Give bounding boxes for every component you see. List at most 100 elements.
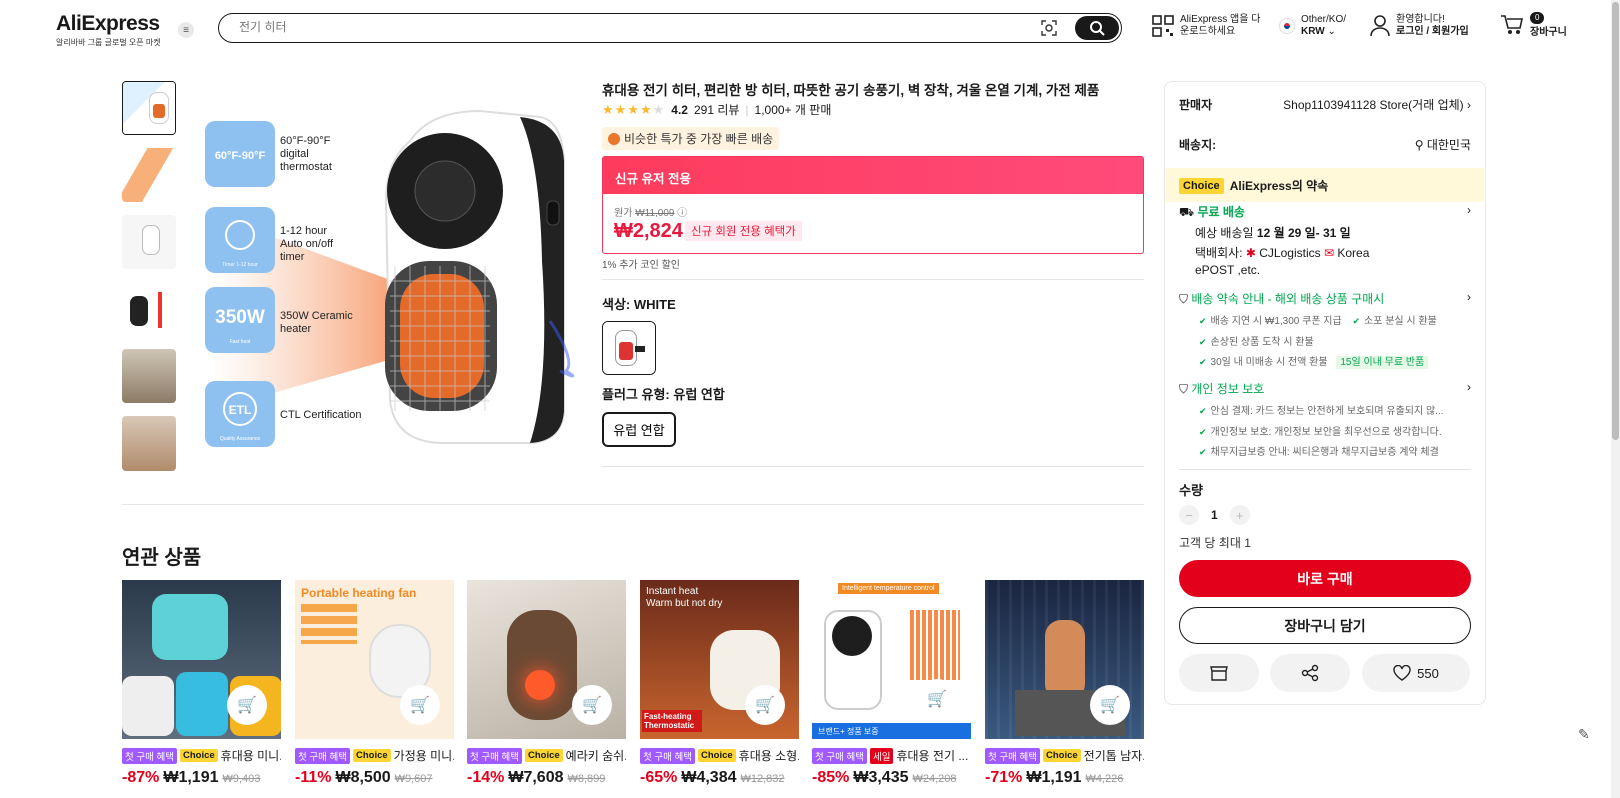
shield-check-icon: ⛉	[1179, 382, 1189, 396]
privacy-row[interactable]: ⛉ 개인 정보 보호 ›	[1179, 380, 1471, 397]
product-name[interactable]: 가정용 미니...	[394, 747, 454, 764]
qty-value[interactable]: 1	[1211, 508, 1218, 522]
thumbnail-6[interactable]	[122, 416, 176, 471]
chevron-right-icon: ›	[1467, 203, 1471, 217]
heart-icon	[1393, 665, 1411, 681]
thumbnail-5[interactable]	[122, 349, 176, 403]
fast-shipping-text: 비슷한 특가 중 가장 빠른 배송	[624, 132, 774, 146]
chevron-down-icon: ⌄	[1327, 26, 1336, 37]
product-card[interactable]: Portable heating fan 🛒 첫 구매 혜택 Choice 가정용 …	[295, 580, 454, 787]
price-box: 신규 유저 전용 원가 ₩11,009 ⓘ ₩2,824 신규 회원 전용 혜택…	[602, 156, 1144, 254]
logo-subtitle: 알리바바 그룹 글로벌 오픈 마켓	[56, 38, 161, 47]
eta-label: 예상 배송일	[1195, 226, 1254, 240]
free-shipping-row[interactable]: ⛟ 무료 배송 ›	[1179, 203, 1471, 221]
add-to-cart-icon[interactable]: 🛒	[745, 685, 785, 725]
thumbnail-2[interactable]	[122, 148, 176, 202]
add-to-cart-button[interactable]: 장바구니 담기	[1179, 607, 1471, 644]
privacy-line3: ✔ 채무지급보증 안내: 씨티은행과 채무지급보증 계약 체결	[1179, 443, 1471, 458]
search-input[interactable]	[239, 20, 999, 34]
add-to-cart-icon[interactable]: 🛒	[917, 679, 957, 719]
product-name[interactable]: 휴대용 소형...	[739, 747, 799, 764]
product-name[interactable]: 예라키 숨쉬...	[566, 747, 626, 764]
privacy-3: 채무지급보증 안내: 씨티은행과 채무지급보증 계약 체결	[1210, 447, 1439, 458]
currency: KRW	[1301, 26, 1325, 37]
add-to-cart-icon[interactable]: 🛒	[1090, 685, 1130, 725]
original-price-row: 원가 ₩11,009 ⓘ	[614, 204, 687, 219]
choice-badge: Choice	[1179, 177, 1224, 194]
feature4-text: CTL Certification	[280, 409, 362, 421]
truck-icon: ⛟	[1179, 205, 1195, 219]
cart-link[interactable]: 0 장바구니	[1500, 12, 1567, 40]
price: ₩4,384	[681, 769, 737, 786]
qty-max-note: 고객 당 최대 1	[1179, 536, 1251, 550]
aliexpress-logo[interactable]: AliExpress 알리바바 그룹 글로벌 오픈 마켓	[56, 12, 161, 48]
image-caption: Portable heating fan	[301, 586, 417, 600]
delivery-promise-row[interactable]: ⛉ 배송 약속 안내 - 해외 배송 상품 구매시 ›	[1179, 290, 1471, 307]
app-download[interactable]: AliExpress 앱을 다 운로드하세요	[1152, 14, 1260, 38]
product-name[interactable]: 휴대용 전기 ...	[896, 747, 968, 764]
seller-name[interactable]: Shop1103941128 Store(거래 업체)	[1283, 98, 1464, 112]
thumbnail-3[interactable]	[122, 215, 176, 269]
product-card[interactable]: Intelligent temperature control 브랜드+ 정품 …	[812, 580, 971, 787]
image-caption: Intelligent temperature control	[838, 583, 939, 594]
add-to-cart-icon[interactable]: 🛒	[227, 685, 267, 725]
seller-row[interactable]: 판매자 Shop1103941128 Store(거래 업체) ›	[1179, 96, 1471, 113]
product-card[interactable]: Instant heat Warm but not dry Fast-heati…	[640, 580, 799, 787]
product-image[interactable]: Portable heating fan 🛒	[295, 580, 454, 739]
main-product-image[interactable]: 60°F-90°F Timer 1-12 hour 350W Fast heat…	[190, 81, 582, 473]
product-image[interactable]: Instant heat Warm but not dry Fast-heati…	[640, 580, 799, 739]
image-search-icon[interactable]	[1041, 20, 1057, 39]
product-card[interactable]: 🛒 첫 구매 혜택Choice휴대용 미니... -87%₩1,191₩9,40…	[122, 580, 281, 787]
old-price: ₩4,226	[1085, 773, 1124, 785]
old-price: ₩12,832	[740, 773, 785, 785]
feature3-sub: Fast heat	[230, 339, 251, 345]
ship-to-row[interactable]: 배송지: ⚲ 대한민국	[1179, 136, 1471, 153]
divider	[122, 504, 1144, 505]
product-image[interactable]: 🛒	[985, 580, 1144, 739]
check-icon: ✔	[1199, 357, 1207, 367]
product-image[interactable]: Intelligent temperature control 브랜드+ 정품 …	[812, 580, 971, 739]
add-to-cart-icon[interactable]: 🛒	[400, 685, 440, 725]
product-name[interactable]: 전기톱 남자...	[1084, 747, 1144, 764]
product-name[interactable]: 휴대용 미니...	[221, 747, 281, 764]
edit-pencil-icon[interactable]: ✎	[1578, 726, 1590, 743]
price: ₩1,191	[1026, 769, 1082, 786]
info-icon[interactable]: ⓘ	[677, 208, 687, 219]
scrollbar-thumb[interactable]	[1612, 2, 1619, 440]
promo-header: 신규 유저 전용	[603, 157, 1143, 194]
search-button[interactable]	[1075, 16, 1119, 40]
plug-option-eu[interactable]: 유럽 연합	[602, 412, 676, 447]
feature4-badge: ETL	[229, 403, 252, 417]
product-card[interactable]: 🛒 첫 구매 혜택Choice전기톱 남자... -71%₩1,191₩4,22…	[985, 580, 1144, 787]
share-button[interactable]	[1270, 654, 1350, 692]
cart-count-badge: 0	[1530, 12, 1545, 24]
review-count[interactable]: 291 리뷰	[694, 101, 739, 118]
eta-date: 12 월 29 일- 31 일	[1256, 226, 1351, 240]
store-button[interactable]	[1179, 654, 1259, 692]
feature1-text: 60°F-90°F digital thermostat	[280, 135, 332, 173]
divider	[602, 466, 1144, 467]
app-line1: AliExpress 앱을 다	[1180, 14, 1261, 25]
region-selector[interactable]: Other/KO/KRW ⌄	[1279, 14, 1346, 38]
promise-line2: ✔ 손상된 상품 도착 시 환불	[1179, 333, 1471, 348]
search-icon	[1090, 21, 1105, 36]
wishlist-button[interactable]: 550	[1362, 654, 1470, 692]
thumbnail-1[interactable]	[122, 81, 176, 135]
product-card[interactable]: 🛒 첫 구매 혜택Choice예라키 숨쉬... -14%₩7,608₩8,89…	[467, 580, 626, 787]
buy-now-button[interactable]: 바로 구매	[1179, 560, 1471, 597]
add-to-cart-icon[interactable]: 🛒	[572, 685, 612, 725]
qty-plus-button[interactable]: +	[1229, 505, 1250, 525]
feature3-text: 350W Ceramic heater	[280, 310, 353, 335]
divider	[602, 279, 1144, 280]
thumbnail-4[interactable]	[122, 282, 176, 336]
login-link[interactable]: 로그인 / 회원가입	[1396, 26, 1469, 38]
account-menu[interactable]: 환영합니다! 로그인 / 회원가입	[1370, 14, 1469, 38]
rating-stars-icon: ★★★★★	[602, 101, 666, 117]
menu-icon[interactable]: ≡	[178, 22, 194, 38]
divider	[1179, 469, 1471, 470]
product-image[interactable]: 🛒	[122, 580, 281, 739]
color-swatch-white[interactable]	[602, 321, 656, 375]
qr-code-icon	[1152, 15, 1174, 37]
qty-minus-button[interactable]: −	[1179, 505, 1199, 525]
product-image[interactable]: 🛒	[467, 580, 626, 739]
